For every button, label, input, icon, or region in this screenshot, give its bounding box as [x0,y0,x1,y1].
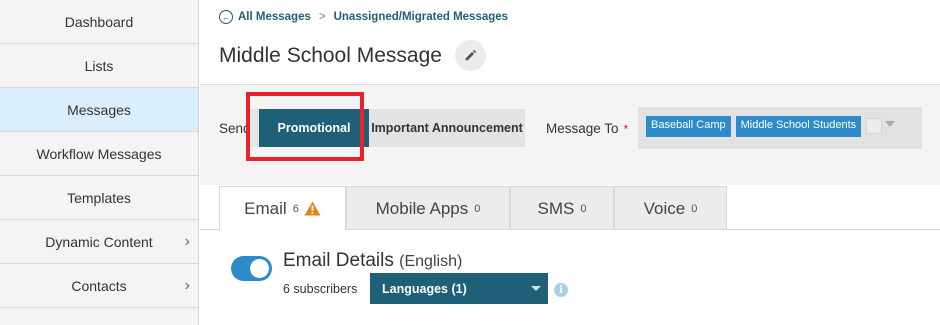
send-options-panel: Send Promotional Important Announcement … [200,85,940,185]
tab-voice[interactable]: Voice 0 [614,186,727,230]
page-title: Middle School Message [219,43,442,67]
message-to-text: Message To [546,121,619,136]
sidebar-item-workflow-messages[interactable]: Workflow Messages [0,132,198,176]
pencil-icon [465,50,476,61]
sidebar-item-label: Contacts [71,277,127,294]
tab-count: 0 [580,202,587,215]
sidebar-item-messages[interactable]: Messages [0,88,198,132]
tab-label: Email [244,198,287,218]
recipient-tag[interactable]: Baseball Camp [646,116,731,137]
warning-icon [304,201,321,216]
sidebar-item-partial[interactable] [0,308,198,325]
tab-divider-gap [220,229,345,230]
breadcrumb-separator: > [318,11,326,23]
tab-count: 0 [474,202,481,215]
caret-down-icon[interactable] [885,121,896,127]
promotional-button[interactable]: Promotional [259,109,369,147]
chevron-right-icon: › [184,276,190,294]
email-details-title: Email Details [283,250,394,271]
recipient-tag[interactable]: Middle School Students [735,116,862,137]
tab-count: 6 [292,202,299,215]
important-announcement-button[interactable]: Important Announcement [369,109,525,147]
sidebar: Dashboard Lists Messages Workflow Messag… [0,0,199,325]
breadcrumb-all-messages-link[interactable]: All Messages [238,11,311,23]
tab-count: 0 [691,202,698,215]
toggle-knob [250,259,269,278]
sidebar-item-label: Dynamic Content [45,233,153,250]
sidebar-item-dashboard[interactable]: Dashboard [0,0,198,44]
tab-email[interactable]: Email 6 [219,186,346,230]
arrow-left-circle-icon[interactable]: ← [219,10,233,24]
subscriber-count: 6 subscribers [283,282,358,296]
edit-title-button[interactable] [454,40,486,71]
breadcrumb-current-link[interactable]: Unassigned/Migrated Messages [334,11,508,23]
sidebar-item-dynamic-content[interactable]: Dynamic Content › [0,220,198,264]
email-details-language: (English) [399,253,463,270]
main-content: ← All Messages > Unassigned/Migrated Mes… [200,0,940,325]
info-icon[interactable]: i [554,283,568,297]
tab-label: Voice [643,198,686,218]
sidebar-item-label: Workflow Messages [36,145,162,162]
email-details-heading: Email Details (English) [283,250,462,272]
sidebar-item-label: Messages [67,101,131,118]
tab-sms[interactable]: SMS 0 [510,186,614,230]
tab-mobile-apps[interactable]: Mobile Apps 0 [346,186,510,230]
recipients-search-input[interactable] [866,118,883,134]
message-to-label: Message To * [546,121,628,136]
breadcrumb: ← All Messages > Unassigned/Migrated Mes… [219,10,508,24]
page-title-row: Middle School Message [219,40,486,71]
send-label: Send [219,121,251,136]
send-type-toggle: Promotional Important Announcement [249,109,525,147]
languages-dropdown-label: Languages (1) [382,281,467,296]
tab-label: Mobile Apps [375,198,469,218]
page-header: ← All Messages > Unassigned/Migrated Mes… [200,0,940,85]
sidebar-item-contacts[interactable]: Contacts › [0,264,198,308]
chevron-right-icon: › [184,232,190,250]
tab-label: SMS [537,198,575,218]
recipients-select[interactable]: Baseball Camp Middle School Students [638,107,922,149]
sidebar-item-lists[interactable]: Lists [0,44,198,88]
sidebar-item-label: Templates [67,189,131,206]
sidebar-item-label: Lists [84,57,114,74]
required-asterisk: * [623,122,629,136]
caret-down-icon [531,286,541,291]
sidebar-item-label: Dashboard [64,13,134,30]
sidebar-item-templates[interactable]: Templates [0,176,198,220]
languages-dropdown[interactable]: Languages (1) [370,273,548,304]
email-enabled-toggle[interactable] [231,256,272,281]
channel-tabs: Email 6 Mobile Apps 0 SMS 0 Voice 0 [219,186,727,230]
